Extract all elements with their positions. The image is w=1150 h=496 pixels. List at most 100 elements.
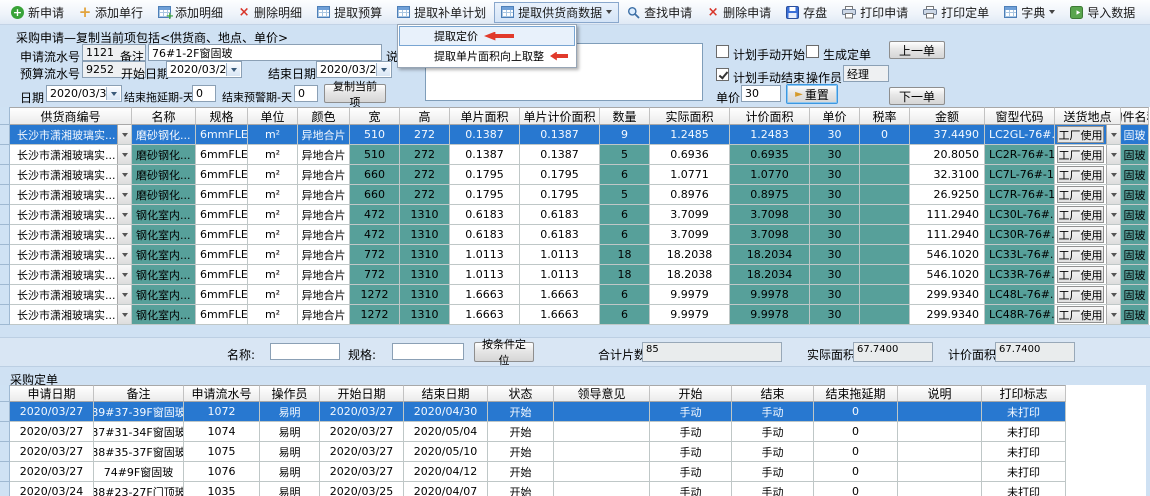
column-header[interactable]: 供货商编号 xyxy=(10,107,132,125)
row-header[interactable] xyxy=(0,442,10,462)
delivery-location-button[interactable]: 工厂使用 xyxy=(1057,186,1104,203)
chevron-down-icon[interactable] xyxy=(117,205,131,224)
table-row[interactable]: 长沙市潇湘玻璃实...磨砂钢化...6mmFLE...m²异地合片5102720… xyxy=(0,145,1150,165)
chevron-down-icon[interactable] xyxy=(1106,185,1120,204)
column-header[interactable]: 说明 xyxy=(898,385,982,402)
delivery-location-button[interactable]: 工厂使用 xyxy=(1057,306,1104,323)
table-row[interactable]: 长沙市潇湘玻璃实...钢化室内...6mmFLE...m²异地合片7721310… xyxy=(0,265,1150,285)
delivery-location-button[interactable]: 工厂使用 xyxy=(1057,246,1104,263)
column-header[interactable]: 颜色 xyxy=(298,107,350,125)
row-header[interactable] xyxy=(0,482,10,496)
locate-by-condition-button[interactable]: 按条件定位 xyxy=(474,342,534,362)
chevron-down-icon[interactable] xyxy=(117,145,131,164)
row-header[interactable] xyxy=(0,462,10,482)
chevron-down-icon[interactable] xyxy=(1106,265,1120,284)
toolbar-add-detail-button[interactable]: 添加明细 xyxy=(151,2,230,23)
column-header[interactable]: 单位 xyxy=(248,107,298,125)
toolbar-find-request-button[interactable]: 查找申请 xyxy=(620,2,699,23)
toolbar-dictionary-button[interactable]: 字典 xyxy=(997,2,1062,23)
column-header[interactable]: 单片面积 xyxy=(450,107,520,125)
column-header[interactable]: 开始日期 xyxy=(320,385,404,402)
column-header[interactable]: 领导意见 xyxy=(554,385,650,402)
delivery-location-button[interactable]: 工厂使用 xyxy=(1057,166,1104,183)
toolbar-extract-supplement-plan-button[interactable]: 提取补单计划 xyxy=(390,2,493,23)
row-header[interactable] xyxy=(0,265,10,285)
table-row[interactable]: 2020/03/2788#35-37F窗固玻1075易明2020/03/2720… xyxy=(0,442,1146,462)
column-header[interactable]: 单片计价面积 xyxy=(520,107,600,125)
remark-input[interactable]: 76#1-2F窗固玻 xyxy=(148,44,382,61)
delivery-location-button[interactable]: 工厂使用 xyxy=(1057,286,1104,303)
column-header[interactable]: 结束日期 xyxy=(404,385,488,402)
row-header[interactable] xyxy=(0,285,10,305)
chevron-down-icon[interactable] xyxy=(1106,225,1120,244)
chevron-down-icon[interactable] xyxy=(117,265,131,284)
chevron-down-icon[interactable] xyxy=(1106,305,1120,324)
column-header[interactable]: 结束拖延期 xyxy=(814,385,898,402)
chevron-down-icon[interactable] xyxy=(1106,145,1120,164)
start-date-combobox[interactable]: 2020/03/21 xyxy=(166,61,242,78)
chevron-down-icon[interactable] xyxy=(117,185,131,204)
row-header[interactable] xyxy=(0,205,10,225)
toolbar-add-row-button[interactable]: +添加单行 xyxy=(72,2,150,23)
column-header[interactable]: 操作员 xyxy=(260,385,320,402)
delay-input[interactable]: 0 xyxy=(192,85,216,102)
warn-input[interactable]: 0 xyxy=(294,85,318,102)
unit-price-input[interactable]: 30 xyxy=(741,85,781,102)
column-header[interactable]: 打印标志 xyxy=(982,385,1066,402)
toolbar-delete-request-button[interactable]: ×删除申请 xyxy=(700,2,778,23)
chevron-down-icon[interactable] xyxy=(117,305,131,324)
chevron-down-icon[interactable] xyxy=(226,63,240,76)
table-row[interactable]: 长沙市潇湘玻璃实...钢化室内...6mmFLE...m²异地合片1272131… xyxy=(0,305,1150,325)
table-row[interactable]: 长沙市潇湘玻璃实...磨砂钢化...6mmFLE...m²异地合片6602720… xyxy=(0,185,1150,205)
delivery-location-button[interactable]: 工厂使用 xyxy=(1057,266,1104,283)
table-row[interactable]: 2020/03/2488#23-27F门顶玻1035易明2020/03/2520… xyxy=(0,482,1146,496)
column-header[interactable]: 结束 xyxy=(732,385,814,402)
toolbar-save-button[interactable]: 存盘 xyxy=(779,2,834,23)
chevron-down-icon[interactable] xyxy=(117,225,131,244)
chevron-down-icon[interactable] xyxy=(376,63,390,76)
toolbar-print-order-button[interactable]: 打印定单 xyxy=(916,2,996,23)
chevron-down-icon[interactable] xyxy=(1106,285,1120,304)
column-header[interactable]: 实际面积 xyxy=(650,107,730,125)
operator-field[interactable]: 经理 xyxy=(843,65,889,82)
menu-item-extract-area-roundup[interactable]: 提取单片面积向上取整 xyxy=(399,46,575,66)
row-header[interactable] xyxy=(0,225,10,245)
column-header[interactable]: 备注 xyxy=(94,385,184,402)
row-header[interactable] xyxy=(0,125,10,145)
row-header[interactable] xyxy=(0,422,10,442)
menu-item-extract-pricing[interactable]: 提取定价 xyxy=(399,26,575,46)
copy-current-button[interactable]: 复制当前项 xyxy=(324,84,386,103)
column-header[interactable]: 单价 xyxy=(810,107,860,125)
delivery-location-button[interactable]: 工厂使用 xyxy=(1057,146,1104,163)
column-header[interactable]: 金额 xyxy=(910,107,985,125)
chevron-down-icon[interactable] xyxy=(117,165,131,184)
plan-manual-end-checkbox[interactable] xyxy=(716,68,729,81)
table-row[interactable]: 长沙市潇湘玻璃实...钢化室内...6mmFLE...m²异地合片1272131… xyxy=(0,285,1150,305)
chevron-down-icon[interactable] xyxy=(1106,165,1120,184)
column-header[interactable]: 申请流水号 xyxy=(184,385,260,402)
chevron-down-icon[interactable] xyxy=(1106,125,1120,144)
toolbar-new-request-button[interactable]: +新申请 xyxy=(4,2,71,23)
date-combobox[interactable]: 2020/03/31 xyxy=(46,85,122,102)
column-header[interactable]: 送货地点 xyxy=(1055,107,1121,125)
chevron-down-icon[interactable] xyxy=(1106,245,1120,264)
toolbar-extract-budget-button[interactable]: 提取预算 xyxy=(310,2,389,23)
toolbar-print-request-button[interactable]: 打印申请 xyxy=(835,2,915,23)
table-row[interactable]: 长沙市潇湘玻璃实...磨砂钢化...6mmFLE...m²异地合片5102720… xyxy=(0,125,1150,145)
delivery-location-button[interactable]: 工厂使用 xyxy=(1057,206,1104,223)
chevron-down-icon[interactable] xyxy=(117,125,131,144)
filter-name-input[interactable] xyxy=(270,343,340,360)
table-row[interactable]: 长沙市潇湘玻璃实...钢化室内...6mmFLE...m²异地合片7721310… xyxy=(0,245,1150,265)
reset-button[interactable]: ►重置 xyxy=(786,84,838,104)
toolbar-import-data-button[interactable]: 导入数据 xyxy=(1063,2,1142,23)
column-header[interactable]: 构件名称 xyxy=(1121,107,1149,125)
row-header[interactable] xyxy=(0,145,10,165)
table-row[interactable]: 长沙市潇湘玻璃实...磨砂钢化...6mmFLE...m²异地合片6602720… xyxy=(0,165,1150,185)
toolbar-extract-supplier-data-button[interactable]: 提取供货商数据 xyxy=(494,2,619,23)
column-header[interactable]: 高 xyxy=(400,107,450,125)
column-header[interactable]: 税率 xyxy=(860,107,910,125)
column-header[interactable]: 宽 xyxy=(350,107,400,125)
table-row[interactable]: 2020/03/2774#9F窗固玻1076易明2020/03/272020/0… xyxy=(0,462,1146,482)
delivery-location-button[interactable]: 工厂使用 xyxy=(1057,226,1104,243)
toolbar-delete-detail-button[interactable]: ×删除明细 xyxy=(231,2,309,23)
